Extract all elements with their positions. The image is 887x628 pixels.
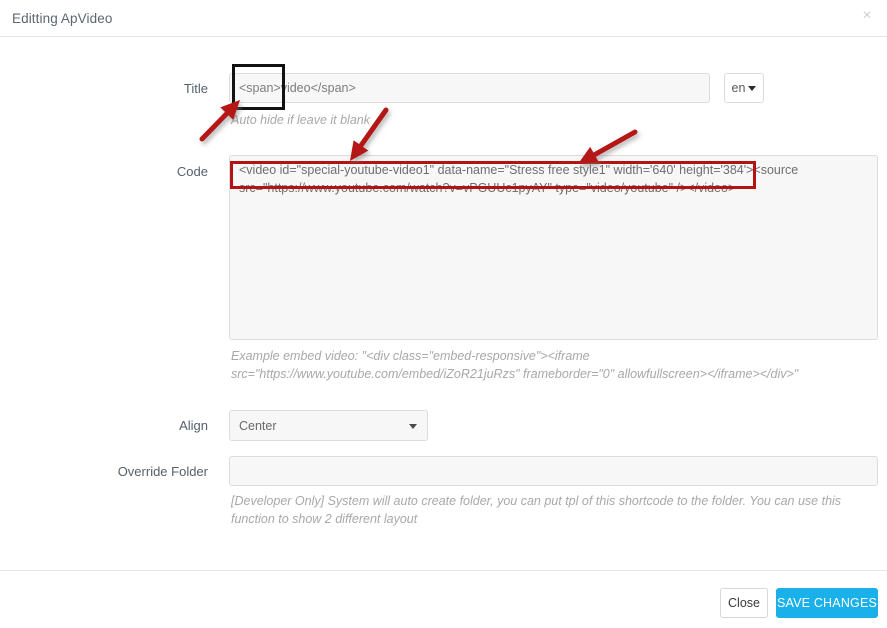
override-folder-help-text: [Developer Only] System will auto create… (231, 494, 842, 526)
save-changes-button[interactable]: SAVE CHANGES (776, 588, 878, 618)
override-folder-input[interactable] (229, 456, 878, 486)
chevron-down-icon (409, 423, 417, 429)
title-input[interactable] (229, 73, 710, 103)
language-dropdown-label: en (731, 81, 746, 95)
align-select-value: Center (239, 418, 277, 433)
modal-footer: Close SAVE CHANGES (0, 570, 887, 628)
align-field-label: Align (179, 418, 208, 433)
align-select[interactable]: Center (229, 410, 428, 441)
code-field-help-text: Example embed video: "<div class="embed-… (231, 349, 799, 381)
override-folder-label: Override Folder (117, 464, 208, 479)
title-field-help-text: Auto hide if leave it blank (231, 113, 370, 127)
title-field-label: Title (183, 81, 208, 96)
close-icon[interactable]: × (859, 8, 875, 24)
code-textarea[interactable]: <video id="special-youtube-video1" data-… (229, 155, 878, 340)
close-button[interactable]: Close (720, 588, 768, 618)
modal-title: Editting ApVideo (12, 11, 113, 26)
modal-header: Editting ApVideo × (0, 0, 887, 37)
language-dropdown-button[interactable]: en (724, 73, 764, 103)
code-field-label: Code (176, 164, 208, 179)
chevron-down-icon (748, 85, 757, 91)
modal-body: Title en Auto hide if leave it blank Cod… (0, 37, 887, 570)
